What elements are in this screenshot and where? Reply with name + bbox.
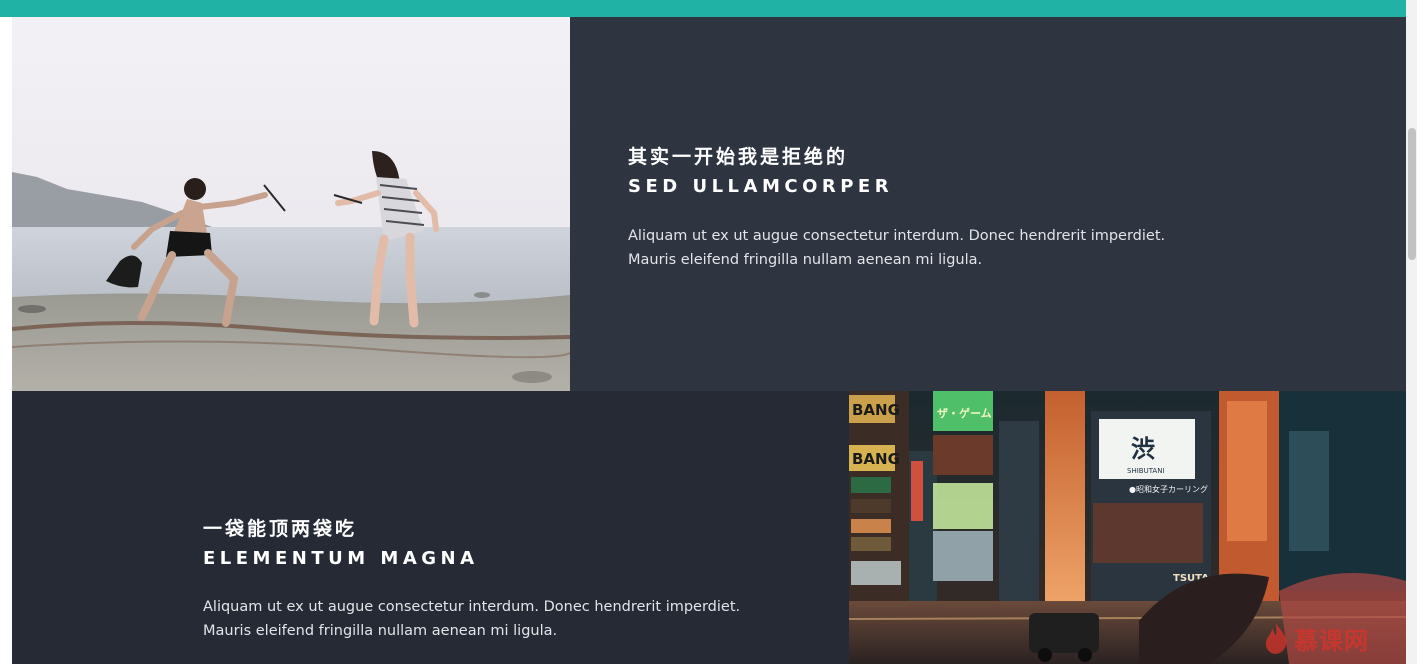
- scrollbar-track[interactable]: [1406, 0, 1417, 664]
- section-2-body: Aliquam ut ex ut augue consectetur inter…: [203, 595, 740, 643]
- city-sign-5: SHIBUTANI: [1127, 467, 1165, 475]
- header-accent-bar: [0, 0, 1406, 17]
- scrollbar-thumb[interactable]: [1408, 128, 1416, 260]
- section-1-body-line: Mauris eleifend fringilla nullam aenean …: [628, 252, 983, 268]
- watermark-text: 慕课网: [1294, 626, 1369, 655]
- section-1-cn-title: 其实一开始我是拒绝的: [628, 146, 849, 168]
- city-sign-2: BANG: [852, 450, 900, 468]
- section-2-body-line: Mauris eleifend fringilla nullam aenean …: [203, 623, 558, 639]
- section-2-body-line: Aliquam ut ex ut augue consectetur inter…: [203, 599, 741, 615]
- city-sign-6: ●昭和女子カーリング: [1129, 484, 1208, 494]
- section-2-cn-title: 一袋能顶两袋吃: [203, 518, 358, 540]
- section-2-en-title: ELEMENTUM MAGNA: [203, 548, 479, 569]
- beach-fencing-photo: [12, 17, 570, 391]
- city-sign-3: ザ・ゲーム: [937, 406, 992, 420]
- section-1-en-title: SED ULLAMCORPER: [628, 176, 894, 197]
- section-1-body-line: Aliquam ut ex ut augue consectetur inter…: [628, 228, 1166, 244]
- page: 其实一开始我是拒绝的 SED ULLAMCORPER Aliquam ut ex…: [0, 0, 1417, 664]
- watermark: 慕课网: [1262, 618, 1412, 658]
- flame-icon: [1265, 623, 1287, 654]
- city-sign-4: 渋: [1131, 435, 1155, 463]
- section-1-body: Aliquam ut ex ut augue consectetur inter…: [628, 224, 1165, 272]
- left-gutter: [0, 17, 12, 664]
- city-sign-1: BANG: [852, 401, 900, 419]
